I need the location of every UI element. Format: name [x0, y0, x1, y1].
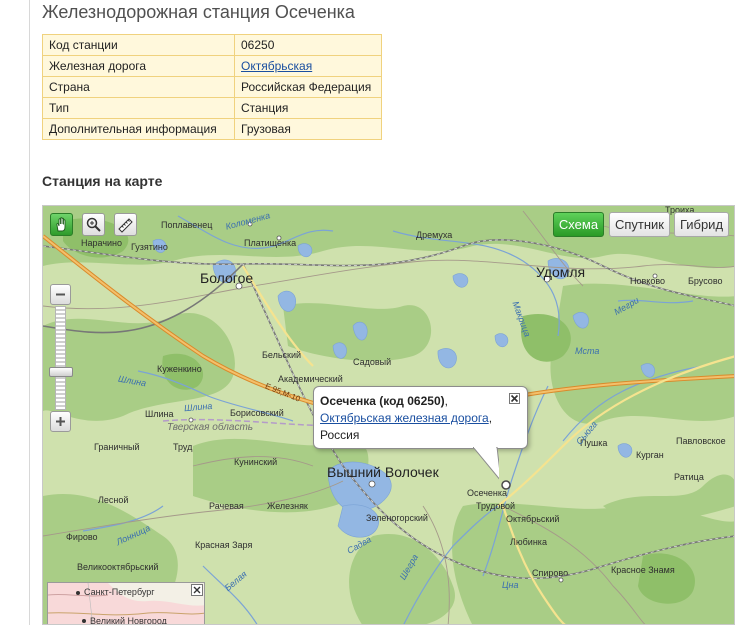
zoom-slider-track[interactable]: [55, 306, 66, 410]
map-label-settlement: Платищенка: [244, 238, 297, 248]
map-label-settlement: Ратица: [674, 472, 704, 482]
map-label-city: Удомля: [536, 264, 586, 280]
map-label-settlement: Труд: [173, 442, 193, 452]
table-row: Дополнительная информация Грузовая: [42, 118, 382, 140]
map-label-settlement: Нарачино: [81, 238, 123, 248]
map-label-settlement: Железняк: [267, 501, 308, 511]
table-value-cell: Станция: [234, 97, 382, 119]
table-row: Железная дорога Октябрьская: [42, 55, 382, 77]
zoom-slider-handle[interactable]: [49, 367, 73, 377]
hand-icon: [56, 217, 66, 232]
map-label-settlement: Дремуха: [416, 230, 453, 240]
popup-pointer: [473, 447, 499, 480]
minimap-close-button[interactable]: [191, 584, 203, 596]
map-label-settlement: Павловское: [676, 436, 726, 446]
popup-railway-link[interactable]: Октябрьская железная дорога: [320, 411, 489, 425]
map-label-settlement: Любинка: [510, 537, 547, 547]
map-label-settlement: Бельский: [262, 350, 302, 360]
map-label-settlement: Академический: [278, 374, 343, 384]
table-row: Код станции 06250: [42, 34, 382, 56]
station-info-popup: Осеченка (код 06250), Октябрьская железн…: [313, 386, 528, 449]
map-label-river: Мста: [575, 346, 600, 356]
plus-icon: [56, 417, 65, 426]
railway-link[interactable]: Октябрьская: [241, 59, 312, 73]
magnifier-icon: [86, 217, 101, 232]
map-label-settlement: Шлина: [145, 409, 174, 419]
pan-tool-button[interactable]: [50, 213, 73, 236]
map-label-settlement: Садовый: [353, 357, 392, 367]
station-marker-icon[interactable]: [500, 479, 512, 491]
page-title: Железнодорожная станция Осеченка: [42, 2, 355, 22]
map-label-settlement: Красное Знамя: [611, 565, 675, 575]
map-type-hybrid-button[interactable]: Гибрид: [674, 212, 729, 237]
map-label-region: Тверская область: [167, 422, 254, 433]
popup-railway-line: Октябрьская железная дорога,: [320, 410, 519, 427]
popup-country: Россия: [320, 428, 360, 442]
map-label-settlement: Кунинский: [234, 457, 278, 467]
map-label-settlement: Красная Заря: [195, 540, 253, 550]
map-label-settlement: Великооктябрьский: [77, 562, 159, 572]
map-label-settlement: Борисовский: [230, 408, 284, 418]
map-label-settlement: Фирово: [66, 532, 98, 542]
table-key-cell: Страна: [42, 76, 235, 98]
table-value-cell: 06250: [234, 34, 382, 56]
map-label-settlement: Рачевая: [209, 501, 244, 511]
close-icon: [193, 586, 201, 594]
table-key-cell: Железная дорога: [42, 55, 235, 77]
map-type-scheme-button[interactable]: Схема: [553, 212, 604, 237]
map-canvas[interactable]: Бологое Удомля Вышний Волочек Поплавенец…: [42, 205, 735, 625]
table-value-cell: Российская Федерация: [234, 76, 382, 98]
popup-title-suffix: ,: [444, 394, 448, 408]
map-label-settlement: Куженкино: [157, 364, 202, 374]
popup-title: Осеченка (код 06250): [320, 394, 445, 408]
minimap-label: Санкт-Петербург: [84, 587, 155, 597]
map-label-settlement: Октябрьский: [506, 514, 560, 524]
minimap-label: Великий Новгород: [90, 616, 167, 625]
map-heading: Станция на карте: [42, 173, 163, 189]
popup-close-button[interactable]: [509, 393, 520, 404]
table-key-cell: Код станции: [42, 34, 235, 56]
popup-railway-suffix: ,: [488, 411, 493, 425]
zoom-out-button[interactable]: [50, 284, 71, 305]
map-label-settlement: Гузятино: [131, 242, 168, 252]
page-left-border: [29, 0, 30, 625]
map-label-settlement: Брусово: [688, 276, 723, 286]
table-value-cell: Октябрьская: [234, 55, 382, 77]
zoom-area-tool-button[interactable]: [82, 213, 105, 236]
table-key-cell: Дополнительная информация: [42, 118, 235, 140]
map-label-settlement: Новково: [630, 276, 666, 286]
close-icon: [510, 394, 519, 403]
map-label-settlement: Трудовой: [476, 501, 516, 511]
popup-title-line: Осеченка (код 06250),: [320, 393, 519, 410]
map-label-settlement: Лесной: [98, 495, 129, 505]
map-label-settlement: Курган: [636, 450, 664, 460]
map-label-settlement: Зеленогорский: [366, 513, 428, 523]
overview-minimap[interactable]: Санкт-Петербург Великий Новгород: [47, 582, 205, 625]
map-label-river: Цна: [502, 580, 519, 590]
table-key-cell: Тип: [42, 97, 235, 119]
map-label-settlement: Граничный: [94, 442, 140, 452]
table-row: Тип Станция: [42, 97, 382, 119]
ruler-tool-button[interactable]: [114, 213, 137, 236]
map-label-city: Вышний Волочек: [327, 464, 439, 480]
map-label-city: Бологое: [200, 270, 254, 286]
minus-icon: [56, 293, 65, 296]
map-label-settlement: Спирово: [532, 568, 569, 578]
ruler-icon: [118, 218, 133, 233]
table-value-cell: Грузовая: [234, 118, 382, 140]
zoom-in-button[interactable]: [50, 411, 71, 432]
map-label-settlement: Поплавенец: [161, 220, 213, 230]
table-row: Страна Российская Федерация: [42, 76, 382, 98]
map-type-satellite-button[interactable]: Спутник: [609, 212, 670, 237]
station-info-table: Код станции 06250 Железная дорога Октябр…: [42, 34, 382, 140]
